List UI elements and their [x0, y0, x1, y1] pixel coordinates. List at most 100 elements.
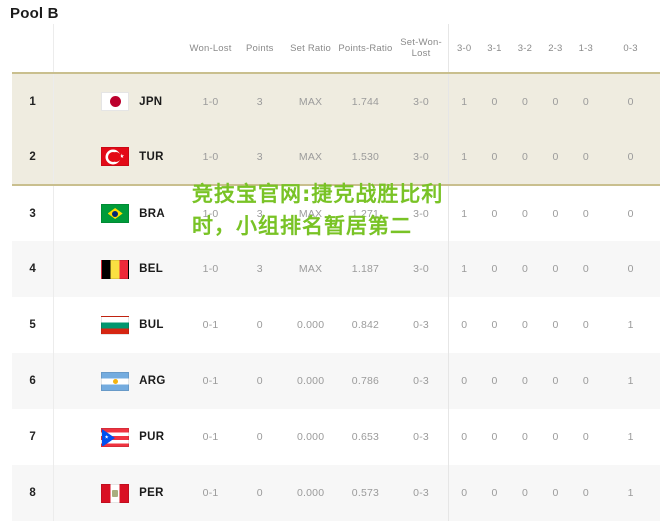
row-result-2-3: 0: [552, 207, 559, 220]
row-set-won-lost: 0-3: [413, 319, 429, 331]
header-won-lost[interactable]: Won-Lost: [185, 24, 236, 74]
team-inner: JPN: [54, 92, 186, 111]
header-result-3-1[interactable]: 3-1: [479, 24, 510, 74]
row-set-won-lost: 3-0: [413, 95, 429, 108]
table-row[interactable]: 1 JPN 1-0 3 MAX 1.744 3-0 1 0 0 0 0 0: [12, 73, 660, 129]
header-set-won-lost[interactable]: Set-Won-Lost: [393, 24, 449, 74]
row-won-lost: 1-0: [202, 263, 219, 275]
row-won-lost: 1-0: [185, 129, 236, 186]
row-points: 0: [256, 431, 263, 443]
table-header: Won-Lost Points Set Ratio Points-Ratio S…: [12, 24, 660, 74]
header-result-1-3[interactable]: 1-3: [570, 24, 602, 74]
row-points-ratio: 1.744: [351, 95, 380, 108]
row-points: 3: [235, 129, 285, 186]
pur-flag: [101, 427, 130, 447]
team-inner: BEL: [54, 259, 186, 279]
row-result-1-3: 0: [582, 319, 589, 331]
bul-flag: [101, 315, 130, 335]
team-code: PUR: [139, 431, 165, 443]
table-row[interactable]: 6 ARG 0-1 0 0.000 0.786 0-3 0 0 0 0 0 1: [12, 353, 660, 409]
standings-table: Won-Lost Points Set Ratio Points-Ratio S…: [12, 24, 660, 521]
header-result-3-0[interactable]: 3-0: [448, 24, 480, 74]
row-team-cell[interactable]: JPN: [54, 73, 186, 129]
row-result-3-1: 0: [491, 431, 498, 443]
row-result-3-0: 0: [448, 297, 480, 353]
row-result-0-3: 1: [627, 375, 634, 387]
row-result-3-2: 0: [521, 375, 528, 387]
row-set-ratio: 0.000: [296, 319, 325, 331]
row-points-ratio: 1.530: [337, 129, 394, 186]
row-team-cell[interactable]: BUL: [54, 297, 186, 353]
row-result-3-0: 1: [448, 241, 480, 297]
jpn-flag: [101, 92, 130, 111]
header-points[interactable]: Points: [235, 24, 285, 74]
table-row[interactable]: 4 BEL 1-0 3 MAX 1.187 3-0 1 0 0 0 0 0: [12, 241, 660, 297]
row-points-ratio: 0.653: [351, 431, 380, 443]
star-icon: ★: [119, 154, 125, 160]
row-points-ratio: 0.786: [351, 375, 380, 387]
row-won-lost: 0-1: [202, 319, 219, 331]
row-result-3-2: 0: [521, 263, 528, 275]
row-rank: 3: [12, 185, 55, 241]
row-set-ratio: 0.000: [296, 431, 325, 443]
row-rank: 1: [12, 73, 55, 129]
header-result-0-3[interactable]: 0-3: [601, 24, 660, 74]
header-set-ratio[interactable]: Set Ratio: [284, 24, 337, 74]
standings-table-container: Won-Lost Points Set Ratio Points-Ratio S…: [12, 24, 660, 521]
header-rank: [12, 24, 55, 74]
row-result-2-3: 0: [552, 431, 559, 443]
team-code: BUL: [139, 319, 164, 331]
row-result-1-3: 0: [582, 375, 589, 387]
tur-flag: ★: [101, 147, 130, 166]
row-team-cell[interactable]: BEL: [54, 241, 186, 297]
row-points-ratio: 0.842: [351, 319, 380, 331]
team-code: TUR: [139, 150, 164, 163]
row-result-0-3: 0: [627, 95, 634, 108]
row-points: 0: [256, 319, 263, 331]
table-row[interactable]: 2 ★ TUR 1-0 3 MAX 1.530 3-0 1 0 0 0 0 0: [12, 129, 660, 186]
row-set-won-lost: 0-3: [413, 431, 429, 443]
row-team-cell[interactable]: BRA: [54, 185, 186, 241]
row-team-cell[interactable]: PUR: [54, 409, 186, 465]
row-result-3-2: 0: [521, 207, 528, 220]
row-set-ratio: MAX: [284, 129, 337, 186]
row-result-2-3: 0: [552, 375, 559, 387]
row-result-3-0: 1: [448, 129, 480, 186]
row-won-lost: 1-0: [202, 95, 219, 108]
header-result-2-3[interactable]: 2-3: [540, 24, 571, 74]
row-result-0-3: 0: [627, 207, 634, 220]
team-inner: BRA: [54, 204, 186, 223]
row-won-lost: 1-0: [202, 207, 219, 220]
row-result-2-3: 0: [552, 263, 559, 275]
row-result-3-1: 0: [491, 207, 498, 220]
row-result-3-2: 0: [521, 95, 528, 108]
row-points-ratio: 1.187: [351, 263, 380, 275]
row-set-won-lost: 0-3: [413, 375, 429, 387]
bra-flag: [101, 204, 130, 223]
bel-flag: [101, 259, 130, 279]
row-result-0-3: 0: [627, 263, 634, 275]
row-result-1-3: 0: [582, 263, 589, 275]
header-points-ratio[interactable]: Points-Ratio: [337, 24, 394, 74]
row-result-3-2: 0: [521, 431, 528, 443]
row-set-ratio: 0.000: [296, 375, 325, 387]
row-result-0-3: 0: [601, 129, 660, 186]
team-inner: PER: [54, 483, 186, 503]
table-row[interactable]: 7 PUR 0-1 0 0.000 0.653 0-3 0 0 0 0 0 1: [12, 409, 660, 465]
page-title: Pool B: [10, 5, 59, 22]
row-result-1-3: 0: [570, 129, 602, 186]
table-row[interactable]: 5 BUL 0-1 0 0.000 0.842 0-3 0 0 0 0 0 1: [12, 297, 660, 353]
row-rank: 7: [12, 409, 55, 465]
header-result-3-2[interactable]: 3-2: [509, 24, 541, 74]
row-team-cell[interactable]: ★ TUR: [53, 129, 186, 186]
row-result-3-2: 0: [521, 319, 528, 331]
row-team-cell[interactable]: ARG: [54, 353, 186, 409]
row-result-3-1: 0: [491, 95, 498, 108]
row-points-ratio: 1.271: [351, 207, 380, 220]
row-result-3-2: 0: [509, 129, 541, 186]
team-inner: PUR: [54, 427, 186, 447]
row-points: 3: [256, 95, 263, 108]
table-row[interactable]: 3 BRA 1-0 3 MAX 1.271 3-0 1 0 0 0 0 0: [12, 185, 660, 241]
row-result-3-0: 1: [448, 185, 480, 241]
row-won-lost: 0-1: [202, 375, 219, 387]
